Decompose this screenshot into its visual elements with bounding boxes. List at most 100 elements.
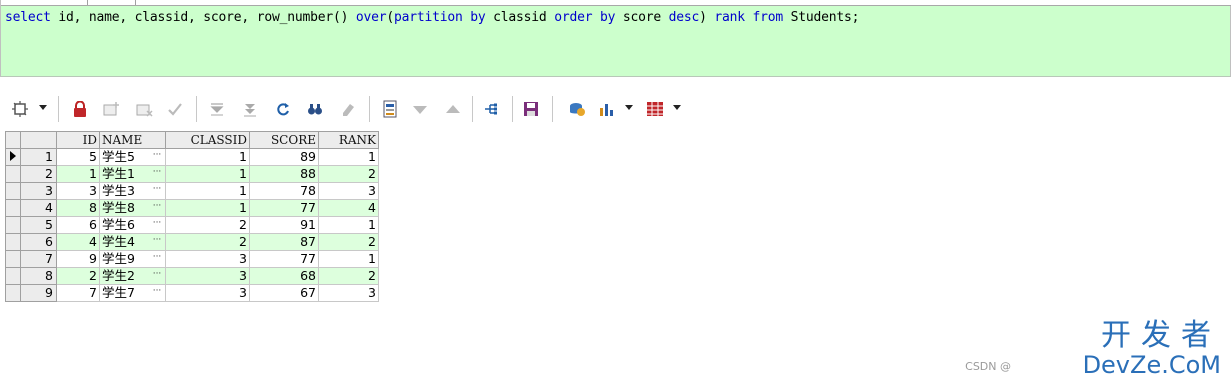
table-row[interactable]: 2 1 学生1 ··· 1 88 2 <box>5 165 379 183</box>
cell-classid[interactable]: 3 <box>165 250 250 268</box>
cell-score[interactable]: 88 <box>249 165 319 183</box>
single-record-view-icon[interactable] <box>380 99 400 119</box>
row-number[interactable]: 1 <box>20 148 57 166</box>
row-number[interactable]: 4 <box>20 199 57 217</box>
column-header-score[interactable]: SCORE <box>249 131 319 149</box>
cell-classid[interactable]: 2 <box>165 233 250 251</box>
table-row[interactable]: 5 6 学生6 ··· 2 91 1 <box>5 216 379 234</box>
column-header-name[interactable]: NAME <box>99 131 166 149</box>
cell-id[interactable]: 8 <box>56 199 100 217</box>
cell-classid[interactable]: 1 <box>165 199 250 217</box>
row-number[interactable]: 6 <box>20 233 57 251</box>
tab[interactable] <box>101 0 136 5</box>
sort-ascending-icon[interactable] <box>443 99 463 119</box>
table-row[interactable]: 6 4 学生4 ··· 2 87 2 <box>5 233 379 251</box>
cell-name[interactable]: 学生7 ··· <box>99 284 166 302</box>
next-page-icon[interactable] <box>207 99 227 119</box>
column-header-rank[interactable]: RANK <box>318 131 379 149</box>
cell-name[interactable]: 学生1 ··· <box>99 165 166 183</box>
cell-name[interactable]: 学生5 ··· <box>99 148 166 166</box>
cell-name[interactable]: 学生3 ··· <box>99 182 166 200</box>
ellipsis-edit-button[interactable]: ··· <box>150 202 164 213</box>
ellipsis-edit-button[interactable]: ··· <box>150 236 164 247</box>
cell-rank[interactable]: 2 <box>318 233 379 251</box>
cell-id[interactable]: 3 <box>56 182 100 200</box>
insert-record-icon[interactable] <box>101 99 121 119</box>
row-number[interactable]: 2 <box>20 165 57 183</box>
cell-classid[interactable]: 2 <box>165 216 250 234</box>
cell-rank[interactable]: 2 <box>318 165 379 183</box>
tab[interactable] <box>53 0 88 5</box>
cell-score[interactable]: 78 <box>249 182 319 200</box>
table-row[interactable]: 1 5 学生5 ··· 1 89 1 <box>5 148 379 166</box>
cell-score[interactable]: 91 <box>249 216 319 234</box>
row-number[interactable]: 3 <box>20 182 57 200</box>
cell-rank[interactable]: 3 <box>318 182 379 200</box>
sort-descending-icon[interactable] <box>410 99 430 119</box>
refresh-icon[interactable] <box>273 99 293 119</box>
cell-name[interactable]: 学生2 ··· <box>99 267 166 285</box>
lock-icon[interactable] <box>70 99 90 119</box>
row-number[interactable]: 5 <box>20 216 57 234</box>
table-row[interactable]: 4 8 学生8 ··· 1 77 4 <box>5 199 379 217</box>
query-by-example-icon[interactable] <box>481 99 501 119</box>
cell-id[interactable]: 2 <box>56 267 100 285</box>
save-icon[interactable] <box>521 99 541 119</box>
chevron-down-icon[interactable] <box>39 105 47 110</box>
cell-name[interactable]: 学生8 ··· <box>99 199 166 217</box>
ellipsis-edit-button[interactable]: ··· <box>150 219 164 230</box>
last-page-icon[interactable] <box>240 99 260 119</box>
cell-name[interactable]: 学生4 ··· <box>99 233 166 251</box>
chart-icon[interactable] <box>597 99 617 119</box>
post-changes-icon[interactable] <box>165 99 185 119</box>
ellipsis-edit-button[interactable]: ··· <box>150 168 164 179</box>
delete-record-icon[interactable] <box>134 99 154 119</box>
cell-id[interactable]: 6 <box>56 216 100 234</box>
cell-classid[interactable]: 1 <box>165 165 250 183</box>
cell-classid[interactable]: 3 <box>165 284 250 302</box>
cell-score[interactable]: 67 <box>249 284 319 302</box>
export-icon[interactable] <box>645 99 665 119</box>
cell-score[interactable]: 77 <box>249 250 319 268</box>
cell-classid[interactable]: 1 <box>165 148 250 166</box>
cell-rank[interactable]: 2 <box>318 267 379 285</box>
table-row[interactable]: 3 3 学生3 ··· 1 78 3 <box>5 182 379 200</box>
column-header-classid[interactable]: CLASSID <box>165 131 250 149</box>
cell-rank[interactable]: 1 <box>318 148 379 166</box>
clear-icon[interactable] <box>338 99 358 119</box>
grid-options-icon[interactable] <box>10 99 30 119</box>
cell-id[interactable]: 7 <box>56 284 100 302</box>
ellipsis-edit-button[interactable]: ··· <box>150 151 164 162</box>
find-icon[interactable] <box>305 99 325 119</box>
cell-rank[interactable]: 1 <box>318 216 379 234</box>
column-header-id[interactable]: ID <box>56 131 100 149</box>
cell-score[interactable]: 89 <box>249 148 319 166</box>
cell-id[interactable]: 5 <box>56 148 100 166</box>
row-number[interactable]: 7 <box>20 250 57 268</box>
cell-rank[interactable]: 4 <box>318 199 379 217</box>
cell-classid[interactable]: 3 <box>165 267 250 285</box>
cell-name[interactable]: 学生6 ··· <box>99 216 166 234</box>
table-row[interactable]: 9 7 学生7 ··· 3 67 3 <box>5 284 379 302</box>
row-number[interactable]: 8 <box>20 267 57 285</box>
cell-name[interactable]: 学生9 ··· <box>99 250 166 268</box>
cell-score[interactable]: 68 <box>249 267 319 285</box>
chevron-down-icon[interactable] <box>625 105 633 110</box>
cell-id[interactable]: 9 <box>56 250 100 268</box>
cell-classid[interactable]: 1 <box>165 182 250 200</box>
table-row[interactable]: 7 9 学生9 ··· 3 77 1 <box>5 250 379 268</box>
cell-id[interactable]: 4 <box>56 233 100 251</box>
ellipsis-edit-button[interactable]: ··· <box>150 270 164 281</box>
chevron-down-icon[interactable] <box>673 105 681 110</box>
sql-editor[interactable]: select id, name, classid, score, row_num… <box>0 0 1231 77</box>
ellipsis-edit-button[interactable]: ··· <box>150 287 164 298</box>
row-number[interactable]: 9 <box>20 284 57 302</box>
ellipsis-edit-button[interactable]: ··· <box>150 253 164 264</box>
table-row[interactable]: 8 2 学生2 ··· 3 68 2 <box>5 267 379 285</box>
sql-text[interactable]: select id, name, classid, score, row_num… <box>5 10 860 25</box>
cell-rank[interactable]: 3 <box>318 284 379 302</box>
connect-icon[interactable] <box>567 99 587 119</box>
cell-id[interactable]: 1 <box>56 165 100 183</box>
ellipsis-edit-button[interactable]: ··· <box>150 185 164 196</box>
cell-rank[interactable]: 1 <box>318 250 379 268</box>
